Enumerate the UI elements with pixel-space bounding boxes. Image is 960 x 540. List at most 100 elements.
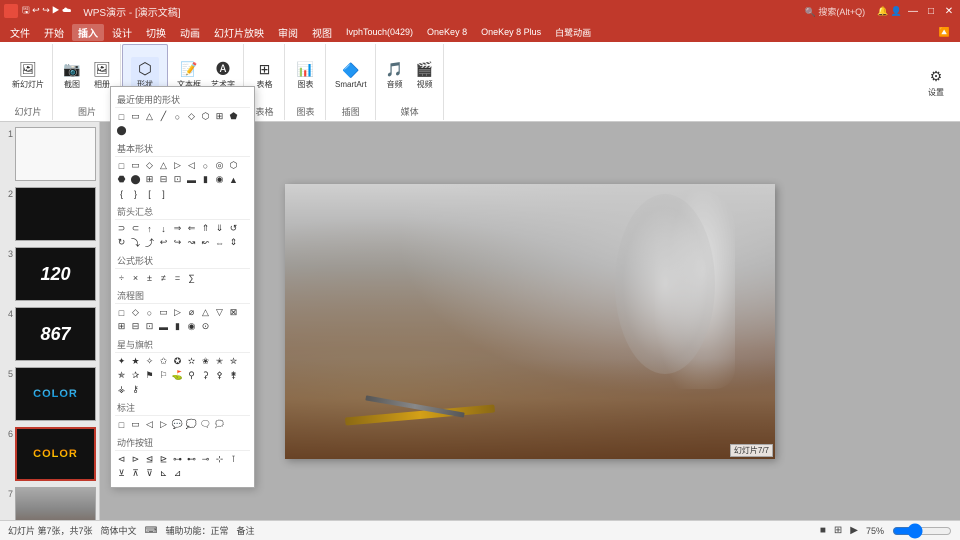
menu-animation[interactable]: 动画 (174, 24, 206, 41)
shape-item[interactable]: ◉ (213, 173, 226, 186)
shape-item[interactable]: ✫ (185, 355, 198, 368)
shape-item[interactable]: ⇓ (213, 222, 226, 235)
shape-item[interactable]: ▷ (157, 418, 170, 431)
shape-item[interactable]: ⤴ (143, 236, 156, 249)
shape-item[interactable]: ⊞ (115, 320, 128, 333)
slide-image-4[interactable]: 867 (15, 307, 96, 361)
shape-item[interactable]: ⬡ (227, 159, 240, 172)
settings-button[interactable]: ⚙ 设置 (922, 65, 950, 100)
shape-item[interactable]: □ (115, 418, 128, 431)
shape-item[interactable]: ⊞ (213, 110, 226, 123)
shape-item[interactable]: ⊶ (171, 453, 184, 466)
minimize-button[interactable]: — (906, 4, 920, 18)
user-account[interactable]: 🔔 👤 (877, 6, 902, 17)
slide-thumb-5[interactable]: 5 COLOR (2, 366, 97, 422)
shape-item[interactable]: ⚳ (199, 369, 212, 382)
collapse-ribbon-button[interactable]: 🔼 (933, 26, 956, 39)
search-box[interactable]: 🔍 搜索(Alt+Q) (805, 5, 865, 18)
shape-item[interactable]: ⊺ (227, 453, 240, 466)
shape-item[interactable]: ⊞ (143, 173, 156, 186)
shape-item[interactable]: ★ (129, 355, 142, 368)
shape-item[interactable]: ⊻ (115, 467, 128, 480)
slide-thumb-4[interactable]: 4 867 (2, 306, 97, 362)
shape-item[interactable]: ÷ (115, 271, 128, 284)
shape-item[interactable]: ▭ (157, 306, 170, 319)
shape-item[interactable]: ✭ (213, 355, 226, 368)
shape-item[interactable]: ↻ (115, 236, 128, 249)
shape-item[interactable]: △ (157, 159, 170, 172)
menu-extra1[interactable]: IvphTouch(0429) (340, 26, 419, 38)
shape-item[interactable]: ◉ (185, 320, 198, 333)
shape-item[interactable]: ▭ (129, 418, 142, 431)
shape-item[interactable]: ⊼ (129, 467, 142, 480)
shape-item[interactable]: ⚴ (213, 369, 226, 382)
shape-item[interactable]: ⇑ (199, 222, 212, 235)
slide-image-6[interactable]: COLOR (15, 427, 96, 481)
shape-item[interactable]: ⊲ (115, 453, 128, 466)
shape-item[interactable]: ▬ (157, 320, 170, 333)
shape-item[interactable]: △ (143, 110, 156, 123)
shape-item[interactable]: ⬟ (227, 110, 240, 123)
new-slide-button[interactable]: 🖼 新幻灯片 (8, 57, 48, 92)
notes-button[interactable]: 备注 (237, 524, 255, 537)
shape-item[interactable]: ╱ (157, 110, 170, 123)
shape-item[interactable]: □ (115, 159, 128, 172)
shape-item[interactable]: ∑ (185, 271, 198, 284)
shape-item[interactable]: ↜ (199, 236, 212, 249)
shape-item[interactable]: ◎ (213, 159, 226, 172)
zoom-slider[interactable] (892, 526, 952, 536)
shape-item[interactable]: × (129, 271, 142, 284)
shape-item[interactable]: ± (143, 271, 156, 284)
shape-item[interactable]: ⬣ (115, 173, 128, 186)
shape-item[interactable]: ✯ (115, 369, 128, 382)
shape-item[interactable]: ⇔ (213, 236, 226, 249)
shape-item[interactable]: ⚶ (115, 383, 128, 396)
shape-item[interactable]: ◇ (129, 306, 142, 319)
audio-button[interactable]: 🎵 音频 (381, 57, 409, 92)
shape-item[interactable]: ↺ (227, 222, 240, 235)
shape-item[interactable]: 🗯 (213, 418, 226, 431)
menu-onekey8plus[interactable]: OneKey 8 Plus (475, 26, 547, 38)
screenshot-button[interactable]: 📷 截图 (58, 57, 86, 92)
shape-item[interactable]: ▷ (171, 159, 184, 172)
shape-item[interactable]: ✰ (129, 369, 142, 382)
shape-item[interactable]: ⬡ (199, 110, 212, 123)
shape-item[interactable]: 💬 (171, 418, 184, 431)
menu-slideshow[interactable]: 幻灯片放映 (208, 24, 270, 41)
shape-item[interactable]: ⊠ (227, 306, 240, 319)
chart-button[interactable]: 📊 图表 (292, 57, 320, 92)
shape-item[interactable]: ✪ (171, 355, 184, 368)
shape-item[interactable]: ↝ (185, 236, 198, 249)
view-slideshow-button[interactable]: ▶ (850, 525, 858, 536)
shape-item[interactable]: ⊙ (199, 320, 212, 333)
slide-thumb-6[interactable]: 6 COLOR (2, 426, 97, 482)
shape-item[interactable]: ⚵ (227, 369, 240, 382)
shape-item[interactable]: ↑ (143, 222, 156, 235)
shape-item[interactable]: ⚷ (129, 383, 142, 396)
shape-item[interactable]: ] (157, 187, 170, 200)
shape-item[interactable]: ⊾ (157, 467, 170, 480)
shape-item[interactable]: ⤵ (129, 236, 142, 249)
slide-thumb-2[interactable]: 2 (2, 186, 97, 242)
slide-image-1[interactable] (15, 127, 96, 181)
shape-item[interactable]: ↪ (171, 236, 184, 249)
shape-item[interactable]: [ (143, 187, 156, 200)
view-grid-button[interactable]: ⊞ (834, 525, 842, 536)
shape-item[interactable]: ▬ (185, 173, 198, 186)
shape-item[interactable]: ⊟ (157, 173, 170, 186)
shape-item[interactable]: ⚑ (143, 369, 156, 382)
shape-item[interactable]: ◇ (185, 110, 198, 123)
menu-review[interactable]: 审阅 (272, 24, 304, 41)
shape-item[interactable]: ⊹ (213, 453, 226, 466)
shape-item[interactable]: ✦ (115, 355, 128, 368)
menu-onekey8[interactable]: OneKey 8 (421, 26, 473, 38)
shape-item[interactable]: ⊵ (157, 453, 170, 466)
shape-item[interactable]: ⊳ (129, 453, 142, 466)
shape-item[interactable]: □ (115, 306, 128, 319)
shape-item[interactable]: ⊂ (129, 222, 142, 235)
shape-item[interactable]: ⛳ (171, 369, 184, 382)
shape-item[interactable]: ▲ (227, 173, 240, 186)
shape-item[interactable]: ✮ (227, 355, 240, 368)
view-normal-button[interactable]: ■ (820, 525, 826, 536)
maximize-button[interactable]: □ (924, 4, 938, 18)
